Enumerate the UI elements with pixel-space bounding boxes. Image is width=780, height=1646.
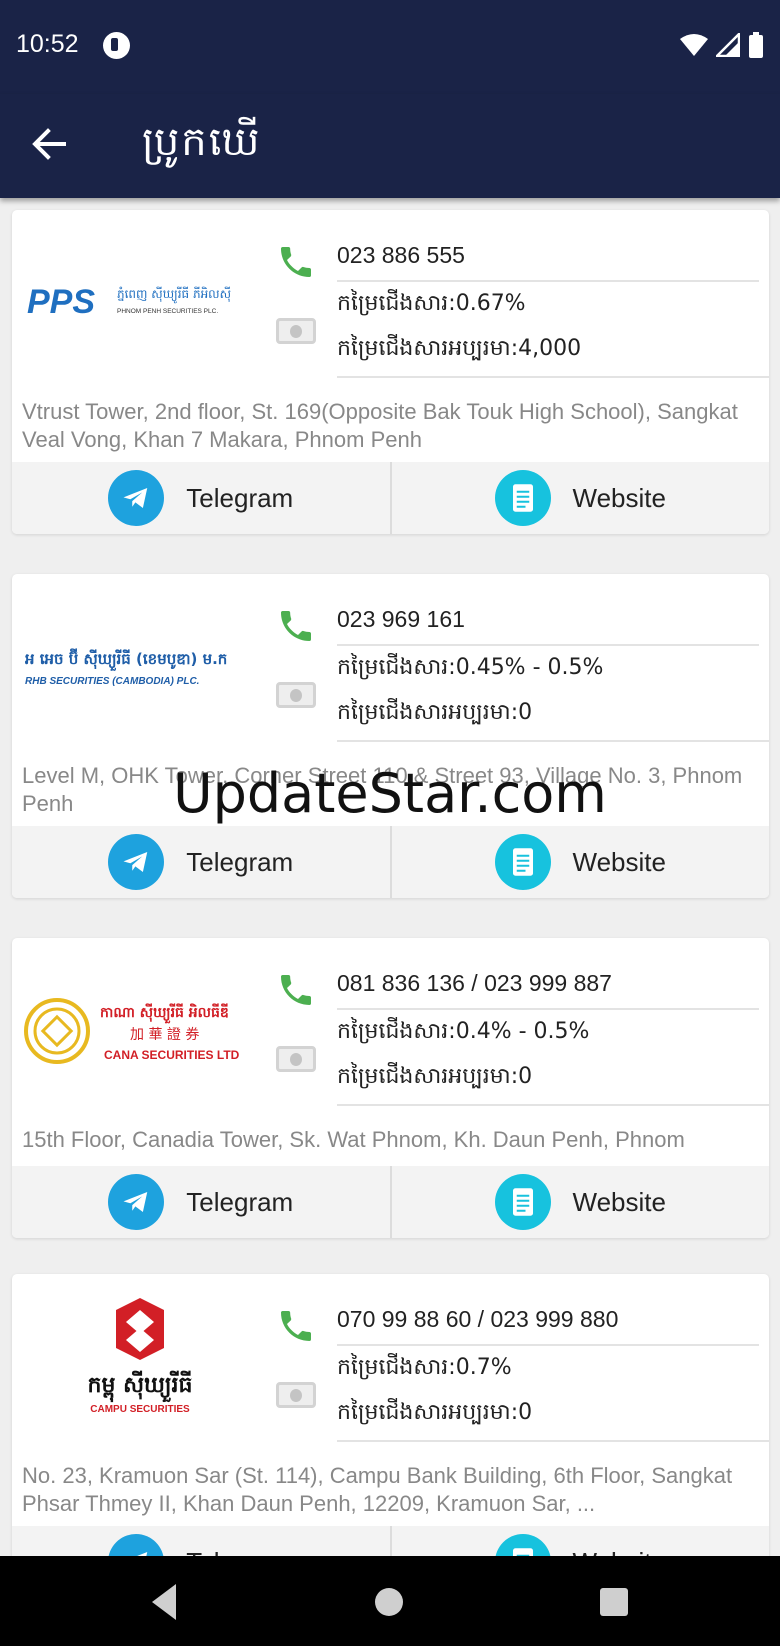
- broker-card: PPS ភ្នំពេញ ស៊ីឃ្យូរីធី ភីអិលស៊ី PHNOM P…: [12, 210, 769, 534]
- broker-logo: កាណា ស៊ីឃ្យួរីធី អិលធីឌី 加 華 證 券 CANA SE…: [20, 976, 260, 1086]
- logo-english-text: CANA SECURITIES LTD: [104, 1048, 240, 1062]
- document-icon: [494, 1174, 551, 1230]
- website-button[interactable]: Website: [389, 826, 770, 898]
- broker-card: អ អេច ប៊ី ស៊ីឃ្យួរីធី (ខេមបូឌា) ម.ក RHB …: [12, 574, 769, 898]
- nav-back-icon[interactable]: [146, 1580, 186, 1624]
- minimum-commission: កម្រៃជើងសារអប្បរមា:0: [337, 1064, 533, 1089]
- document-icon: [494, 834, 551, 890]
- money-icon: [276, 1382, 316, 1408]
- cana-logo: កាណា ស៊ីឃ្យួរីធី អិលធីឌី 加 華 證 券 CANA SE…: [24, 998, 240, 1064]
- commission-rate: កម្រៃជើងសារ:0.67%: [337, 291, 526, 316]
- broker-info: 070 99 88 60 / 023 999 880 កម្រៃជើងសារ:0…: [337, 1294, 769, 1442]
- nav-home-icon[interactable]: [375, 1588, 403, 1616]
- status-icons: [680, 32, 764, 58]
- broker-info: 081 836 136 / 023 999 887 កម្រៃជើងសារ:0.…: [337, 958, 769, 1106]
- broker-list[interactable]: PPS ភ្នំពេញ ស៊ីឃ្យូរីធី ភីអិលស៊ី PHNOM P…: [0, 198, 780, 1556]
- document-icon: [494, 1534, 551, 1556]
- phone-number[interactable]: 081 836 136 / 023 999 887: [337, 958, 759, 1010]
- phone-number[interactable]: 023 969 161: [337, 594, 759, 646]
- battery-icon: [749, 32, 763, 58]
- signal-icon: [716, 33, 740, 57]
- document-icon: [494, 470, 551, 526]
- commission-rate: កម្រៃជើងសារ:0.4% - 0.5%: [337, 1019, 590, 1044]
- phone-number[interactable]: 023 886 555: [337, 230, 759, 282]
- commission-rate: កម្រៃជើងសារ:0.45% - 0.5%: [337, 655, 604, 680]
- website-label: Website: [572, 846, 666, 877]
- logo-khmer-text: កម្ពុ ស៊ីឃ្យួរីធី: [88, 1370, 193, 1403]
- money-icon: [276, 1046, 316, 1072]
- broker-logo: អ អេច ប៊ី ស៊ីឃ្យួរីធី (ខេមបូឌា) ម.ក RHB …: [20, 612, 260, 722]
- back-arrow-icon: [32, 128, 66, 160]
- broker-logo: កម្ពុ ស៊ីឃ្យួរីធី CAMPU SECURITIES: [20, 1294, 260, 1424]
- page-title: ប្រូកឃើ: [142, 119, 262, 165]
- telegram-button[interactable]: Telegram: [12, 1526, 390, 1556]
- minimum-commission: កម្រៃជើងសារអប្បរមា:0: [337, 700, 533, 725]
- broker-address: 15th Floor, Canadia Tower, Sk. Wat Phnom…: [22, 1127, 685, 1152]
- logo-english-text: PHNOM PENH SECURITIES PLC.: [117, 308, 218, 315]
- logo-khmer-text: កាណា ស៊ីឃ្យួរីធី អិលធីឌី: [100, 1003, 229, 1024]
- broker-card: កាណា ស៊ីឃ្យួរីធី អិលធីឌី 加 華 證 券 CANA SE…: [12, 938, 769, 1238]
- divider: [337, 376, 769, 378]
- status-bar: 10:52: [0, 0, 780, 94]
- website-label: Website: [572, 1186, 666, 1217]
- broker-logo: PPS ភ្នំពេញ ស៊ីឃ្យូរីធី ភីអិលស៊ី PHNOM P…: [20, 248, 260, 358]
- logo-english-text: RHB SECURITIES (CAMBODIA) PLC.: [25, 676, 199, 687]
- broker-address: Level M, OHK Tower, Corner Street 110 & …: [22, 763, 743, 816]
- website-label: Website: [572, 482, 666, 513]
- action-bar: Telegram Website: [12, 826, 769, 898]
- phone-icon: [281, 975, 311, 1005]
- divider: [337, 1104, 769, 1106]
- logo-mark: PPS: [27, 283, 95, 321]
- action-bar: Telegram Website: [12, 1166, 769, 1238]
- telegram-icon: [108, 470, 165, 526]
- wifi-icon: [680, 34, 708, 56]
- back-button[interactable]: [28, 124, 78, 170]
- telegram-icon: [108, 1534, 165, 1556]
- broker-card: កម្ពុ ស៊ីឃ្យួរីធី CAMPU SECURITIES 070 9…: [12, 1274, 769, 1556]
- telegram-label: Telegram: [186, 1547, 293, 1557]
- campu-logo: កម្ពុ ស៊ីឃ្យួរីធី CAMPU SECURITIES: [88, 1298, 193, 1415]
- nav-recents-icon[interactable]: [600, 1588, 628, 1616]
- website-button[interactable]: Website: [389, 462, 770, 534]
- money-icon: [276, 682, 316, 708]
- phone-number[interactable]: 070 99 88 60 / 023 999 880: [337, 1294, 759, 1346]
- cast-icon: [103, 32, 130, 59]
- action-bar: Telegram Website: [12, 462, 769, 534]
- telegram-icon: [108, 834, 165, 890]
- broker-info: 023 969 161 កម្រៃជើងសារ:0.45% - 0.5% កម្…: [337, 594, 769, 742]
- money-icon: [276, 318, 316, 344]
- website-button[interactable]: Website: [389, 1526, 770, 1557]
- minimum-commission: កម្រៃជើងសារអប្បរមា:0: [337, 1400, 533, 1425]
- telegram-label: Telegram: [186, 1186, 294, 1217]
- phone-icon: [281, 1311, 311, 1341]
- telegram-icon: [108, 1174, 165, 1230]
- divider: [337, 1440, 769, 1442]
- action-bar: Telegram Website: [12, 1526, 769, 1556]
- telegram-button[interactable]: Telegram: [12, 826, 390, 898]
- navigation-bar: [0, 1556, 780, 1646]
- logo-khmer-text: អ អេច ប៊ី ស៊ីឃ្យួរីធី (ខេមបូឌា) ម.ក: [25, 648, 227, 671]
- website-label: Website: [573, 1547, 666, 1557]
- telegram-button[interactable]: Telegram: [12, 462, 390, 534]
- website-button[interactable]: Website: [389, 1166, 770, 1238]
- app-bar: ប្រូកឃើ: [0, 94, 780, 198]
- commission-rate: កម្រៃជើងសារ:0.7%: [337, 1355, 512, 1380]
- logo-chinese-text: 加 華 證 券: [130, 1026, 199, 1043]
- phone-icon: [281, 247, 311, 277]
- broker-address: No. 23, Kramuon Sar (St. 114), Campu Ban…: [22, 1463, 733, 1516]
- minimum-commission: កម្រៃជើងសារអប្បរមា:4,000: [337, 336, 582, 361]
- telegram-label: Telegram: [186, 482, 294, 513]
- status-time: 10:52: [16, 30, 79, 58]
- telegram-label: Telegram: [186, 846, 294, 877]
- broker-address: Vtrust Tower, 2nd floor, St. 169(Opposit…: [22, 399, 738, 452]
- rhb-logo: អ អេច ប៊ី ស៊ីឃ្យួរីធី (ខេមបូឌា) ម.ក RHB …: [25, 648, 227, 687]
- divider: [337, 740, 769, 742]
- logo-english-text: CAMPU SECURITIES: [90, 1404, 190, 1415]
- phone-icon: [281, 611, 311, 641]
- telegram-button[interactable]: Telegram: [12, 1166, 390, 1238]
- broker-info: 023 886 555 កម្រៃជើងសារ:0.67% កម្រៃជើងសា…: [337, 230, 769, 378]
- logo-khmer-text: ភ្នំពេញ ស៊ីឃ្យូរីធី ភីអិលស៊ី: [117, 286, 231, 304]
- pps-logo: PPS ភ្នំពេញ ស៊ីឃ្យូរីធី ភីអិលស៊ី PHNOM P…: [27, 283, 231, 321]
